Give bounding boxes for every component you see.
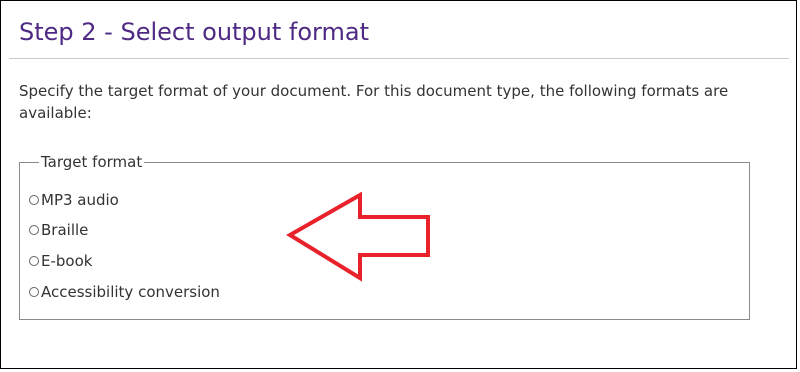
title-divider xyxy=(9,58,789,59)
target-format-legend: Target format xyxy=(39,152,145,172)
option-label: Accessibility conversion xyxy=(41,283,220,301)
braille-radio[interactable] xyxy=(29,225,39,235)
option-e-book[interactable]: E-book xyxy=(29,249,92,273)
option-mp3-audio[interactable]: MP3 audio xyxy=(29,188,119,212)
option-braille[interactable]: Braille xyxy=(29,218,88,242)
accessibility-conversion-radio[interactable] xyxy=(29,287,39,297)
option-label: E-book xyxy=(41,252,93,270)
e-book-radio[interactable] xyxy=(29,256,39,266)
page-title: Step 2 - Select output format xyxy=(19,18,369,46)
option-accessibility-conversion[interactable]: Accessibility conversion xyxy=(29,280,220,304)
option-label: MP3 audio xyxy=(41,191,119,209)
left-arrow-icon xyxy=(286,192,430,282)
option-label: Braille xyxy=(41,221,89,239)
mp3-audio-radio[interactable] xyxy=(29,195,39,205)
step-description: Specify the target format of your docume… xyxy=(19,82,729,122)
